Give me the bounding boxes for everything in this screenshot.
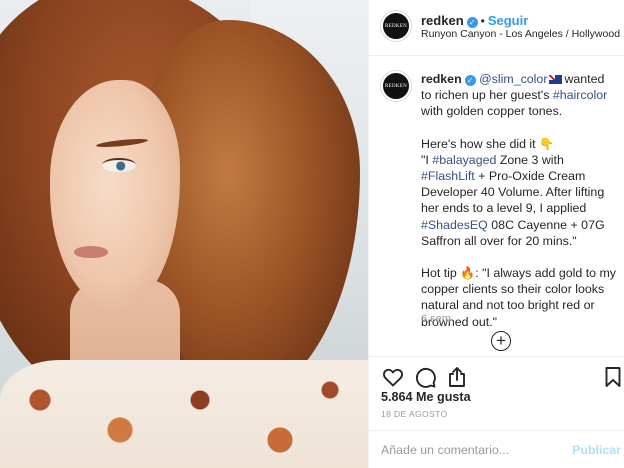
caption-avatar-logo-text: REDKEN <box>384 83 408 89</box>
caption-time-ago: 6 sem <box>421 313 451 325</box>
post-date: 18 DE AGOSTO <box>381 409 448 419</box>
pointing-down-emoji-icon: 👇 <box>539 136 555 151</box>
caption-text-2: with golden copper tones. <box>421 104 563 119</box>
caption-paragraph-2: Here's how she did it 👇 "I #balayaged Zon… <box>421 136 617 249</box>
post-photo[interactable] <box>0 0 368 468</box>
location-link[interactable]: Runyon Canyon - Los Angeles / Hollywood <box>421 28 620 40</box>
caption-p2-text-2: "I <box>421 152 429 167</box>
caption-area: REDKEN redken ✓ @slim_color wanted to rich… <box>369 57 624 357</box>
photo-eye <box>102 158 136 172</box>
likes-count[interactable]: 5.864 Me gusta <box>381 390 471 404</box>
post-header: REDKEN redken ✓ • Seguir Runyon Canyon - Lo… <box>369 0 624 56</box>
caption-username-link[interactable]: redken <box>421 72 462 86</box>
caption-text: redken ✓ @slim_color wanted to richen up h… <box>421 71 617 330</box>
save-button[interactable] <box>601 365 624 389</box>
load-more-comments-button[interactable]: + <box>491 331 511 351</box>
photo-shirt <box>0 360 368 468</box>
comment-button[interactable] <box>413 365 437 389</box>
caption-p2-text-1: Here's how she did it <box>421 136 536 151</box>
comment-input[interactable] <box>381 439 571 461</box>
fire-emoji-icon: 🔥 <box>460 266 476 281</box>
mention-link[interactable]: @slim_color <box>479 72 547 86</box>
like-button[interactable] <box>381 365 405 389</box>
photo-lips <box>74 246 108 258</box>
heart-icon <box>383 368 403 387</box>
avatar[interactable]: REDKEN <box>381 11 411 41</box>
verified-badge-icon: ✓ <box>466 17 478 28</box>
post-side-panel: REDKEN redken ✓ • Seguir Runyon Canyon - Lo… <box>368 0 624 468</box>
username-link[interactable]: redken <box>421 13 464 28</box>
bookmark-icon <box>605 367 621 387</box>
follow-button[interactable]: Seguir <box>488 13 528 28</box>
caption-verified-badge-icon: ✓ <box>464 75 476 86</box>
comment-icon <box>416 368 436 388</box>
publish-button[interactable]: Publicar <box>572 443 621 457</box>
caption-p2-text-3: Zone 3 with <box>499 152 564 167</box>
avatar-logo-text: REDKEN <box>384 23 408 29</box>
hashtag-shadeseq-link[interactable]: #ShadesEQ <box>421 218 488 232</box>
separator-dot: • <box>480 14 485 28</box>
share-icon <box>449 367 465 387</box>
hashtag-flashlift-link[interactable]: #FlashLift <box>421 169 475 183</box>
plus-circle-icon: + <box>496 331 506 350</box>
caption-p3-text-1: Hot tip <box>421 266 457 281</box>
share-button[interactable] <box>445 365 469 389</box>
caption-avatar[interactable]: REDKEN <box>381 71 411 101</box>
hashtag-haircolor-link[interactable]: #haircolor <box>553 88 607 102</box>
australia-flag-icon <box>549 75 563 84</box>
comment-bar: Publicar <box>369 430 624 468</box>
hashtag-balayaged-link[interactable]: #balayaged <box>432 153 496 167</box>
